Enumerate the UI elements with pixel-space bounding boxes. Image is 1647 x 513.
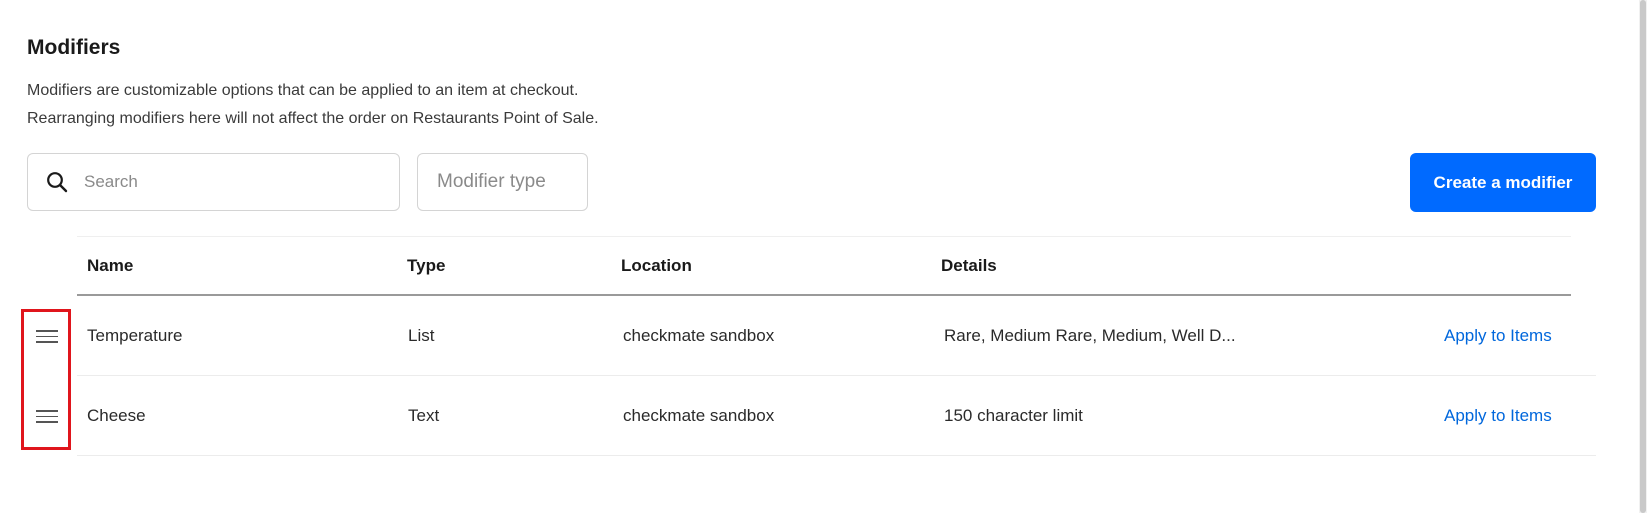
apply-to-items-link[interactable]: Apply to Items [1444,376,1552,456]
create-modifier-button[interactable]: Create a modifier [1410,153,1596,212]
row-details: 150 character limit [944,406,1083,425]
row-name: Cheese [87,406,146,425]
row-type: Text [408,406,440,425]
vertical-scrollbar[interactable] [1639,0,1647,513]
table-row[interactable]: Temperature List checkmate sandbox Rare,… [0,296,1647,376]
drag-handle-icon[interactable] [36,410,58,424]
modifiers-page: Modifiers Modifiers are customizable opt… [0,0,1647,513]
row-divider [77,455,1596,456]
search-input[interactable] [84,172,364,192]
column-header-details[interactable]: Details [941,256,997,276]
modifier-type-filter[interactable]: Modifier type [417,153,588,211]
table-row[interactable]: Cheese Text checkmate sandbox 150 charac… [0,376,1647,456]
column-header-type[interactable]: Type [407,256,445,276]
page-title: Modifiers [27,36,121,59]
row-type: List [408,326,435,345]
scrollbar-thumb[interactable] [1640,0,1646,513]
page-description-line2: Rearranging modifiers here will not affe… [27,110,599,127]
column-header-location[interactable]: Location [621,256,692,276]
page-description-line1: Modifiers are customizable options that … [27,82,579,99]
search-field[interactable] [27,153,400,211]
search-icon [46,171,68,193]
row-name: Temperature [87,326,183,345]
row-location: checkmate sandbox [623,406,775,425]
column-header-name[interactable]: Name [87,256,133,276]
apply-to-items-link[interactable]: Apply to Items [1444,296,1552,376]
table-top-divider [77,236,1571,237]
row-details: Rare, Medium Rare, Medium, Well D... [944,326,1236,345]
drag-handle-icon[interactable] [36,330,58,344]
row-location: checkmate sandbox [623,326,775,345]
